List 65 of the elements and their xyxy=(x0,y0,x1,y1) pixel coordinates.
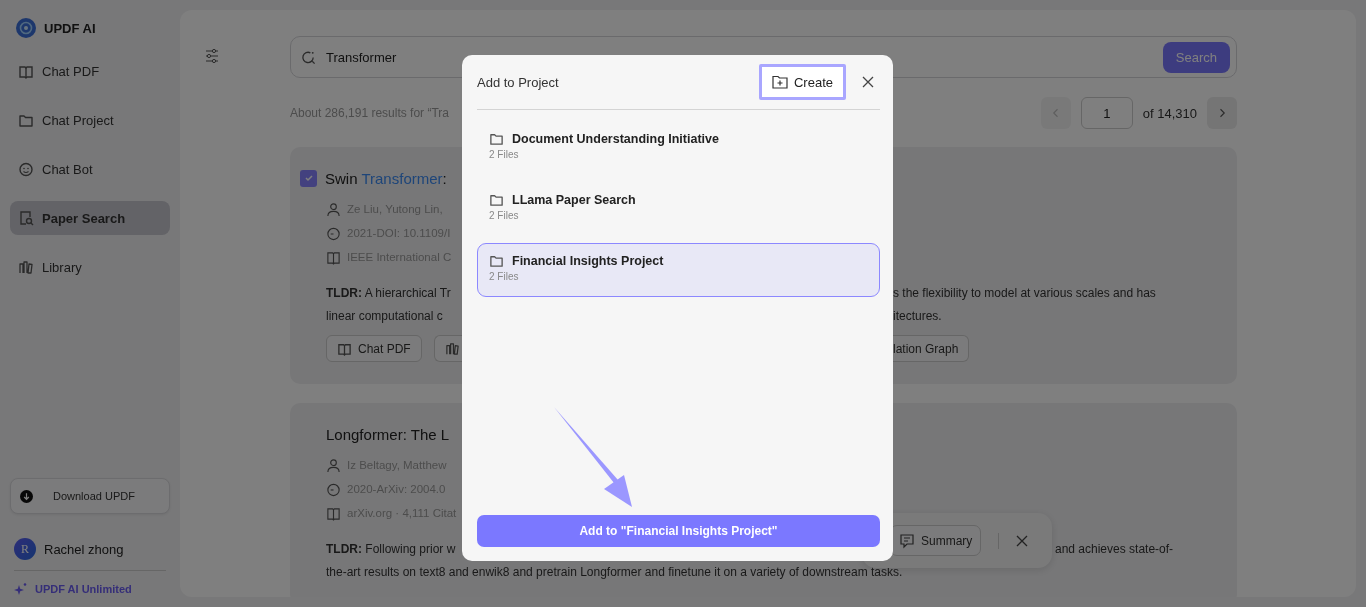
check-icon xyxy=(303,173,314,183)
summary-text: s the flexibility to model at various scales and has xyxy=(893,285,1157,302)
summary-text: linear computational c xyxy=(326,308,444,325)
summary-text: TLDR: A hierarchical Tr xyxy=(326,285,452,302)
logo-icon xyxy=(16,18,36,38)
sidebar-item[interactable]: Chat Project xyxy=(10,103,170,137)
books-icon xyxy=(18,259,34,275)
folder-plus-icon xyxy=(771,75,788,89)
sparkle-icon xyxy=(14,583,27,595)
summary-icon xyxy=(899,532,915,549)
person-icon xyxy=(326,457,341,473)
books-icon xyxy=(444,341,460,356)
sidebar-item[interactable]: Chat Bot xyxy=(10,152,170,186)
file-count: 2 Files xyxy=(489,149,520,160)
search-button[interactable]: Search xyxy=(1162,41,1230,73)
plan-label[interactable]: UPDF AI Unlimited xyxy=(35,583,132,595)
add-to-project-button[interactable]: Add to "Financial Insights Project" xyxy=(477,515,880,547)
book-icon xyxy=(326,249,341,265)
download-button[interactable]: Download UPDF xyxy=(10,478,170,514)
paper-title[interactable]: Swin Transformer: xyxy=(325,169,447,187)
project-name: LLama Paper Search xyxy=(512,192,636,207)
book-icon xyxy=(337,341,352,356)
smiley-icon xyxy=(18,161,34,177)
project-item[interactable]: Financial Insights Project 2 Files xyxy=(477,243,880,297)
user-name: Rachel zhong xyxy=(44,541,124,557)
sidebar-item[interactable]: Paper Search xyxy=(10,201,170,235)
paper-title[interactable]: Longformer: The L xyxy=(326,425,450,443)
summary-text: TLDR: Following prior w xyxy=(326,541,457,558)
create-button[interactable]: Create xyxy=(758,64,846,100)
summary-text: itectures. xyxy=(893,308,943,325)
folder-icon xyxy=(489,131,504,146)
sidebar-item[interactable]: Library xyxy=(10,250,170,284)
folder-icon xyxy=(489,192,504,207)
project-name: Document Understanding Initiative xyxy=(512,131,719,146)
page-total: of 14,310 xyxy=(1142,105,1197,121)
summary-button[interactable]: Summary xyxy=(890,525,982,556)
chat-pdf-button[interactable]: Chat PDF xyxy=(326,335,422,362)
document-search-icon xyxy=(18,210,34,226)
summary-text: the-art results on text8 and enwik8 and pretrain Longformer and finetune it on a variety of downstream tasks. xyxy=(326,564,904,581)
project-name: Financial Insights Project xyxy=(512,253,664,268)
folder-icon xyxy=(489,253,504,268)
sidebar-item[interactable]: Chat PDF xyxy=(10,54,170,88)
project-item[interactable]: LLama Paper Search 2 Files xyxy=(477,182,880,236)
app-name: UPDF AI xyxy=(44,20,96,36)
book-icon xyxy=(326,505,341,521)
close-button[interactable] xyxy=(1016,534,1029,547)
close-button[interactable] xyxy=(862,76,874,88)
file-count: 2 Files xyxy=(489,271,520,282)
close-icon xyxy=(1016,534,1029,547)
page-input[interactable]: 1 xyxy=(1080,97,1133,129)
clock-icon xyxy=(326,225,341,241)
checkbox[interactable] xyxy=(300,169,317,187)
project-item[interactable]: Document Understanding Initiative 2 Files xyxy=(477,121,880,175)
folder-icon xyxy=(18,112,34,128)
book-icon xyxy=(18,63,34,79)
download-icon xyxy=(20,489,33,503)
user-avatar[interactable]: R xyxy=(14,538,36,560)
clock-icon xyxy=(326,481,341,497)
person-icon xyxy=(326,201,341,217)
summary-text: and achieves state-of- xyxy=(1055,541,1175,558)
close-icon xyxy=(862,76,874,88)
filter-icon[interactable] xyxy=(204,48,220,64)
action-button[interactable]: lation Graph xyxy=(893,335,970,362)
search-icon xyxy=(301,49,316,65)
file-count: 2 Files xyxy=(489,210,520,221)
